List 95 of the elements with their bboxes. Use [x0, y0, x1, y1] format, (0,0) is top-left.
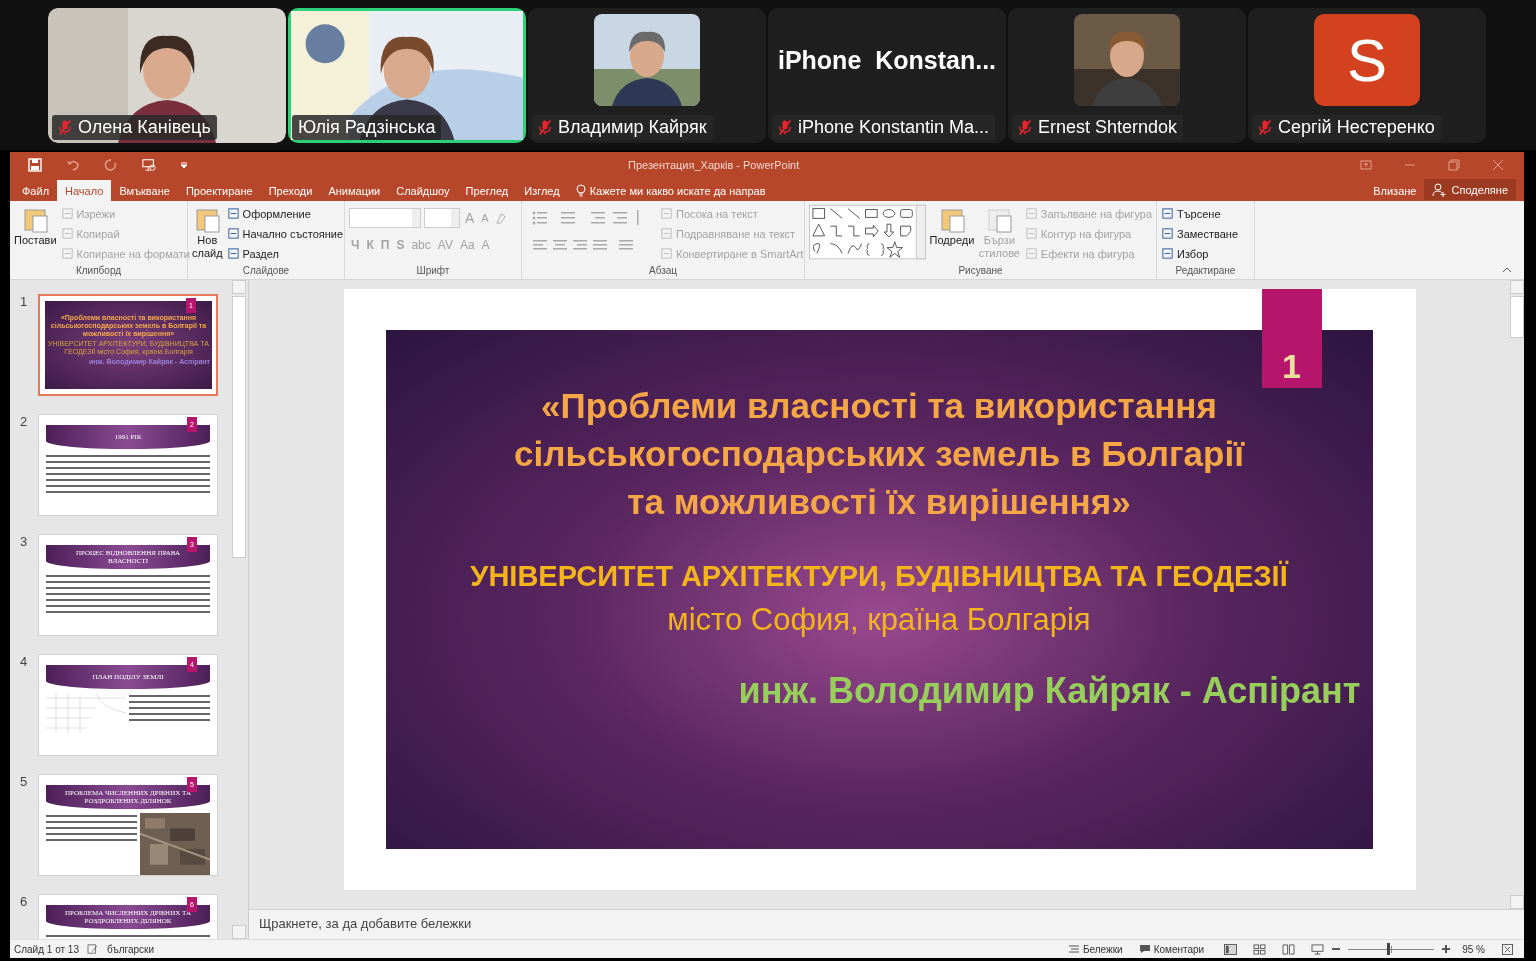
notes-field[interactable]: Щракнете, за да добавите бележки [249, 909, 1524, 939]
slide-subtitle: УНІВЕРСИТЕТ АРХІТЕКТУРИ, БУДІВНИЦТВА ТА ГЕОДЕЗІЇ [470, 559, 1288, 594]
ribbon-tab[interactable]: Анимации [320, 180, 389, 201]
ribbon-tab[interactable]: Проектиране [177, 180, 261, 201]
redo-icon[interactable] [104, 158, 118, 172]
ribbon-tab[interactable]: Файл [14, 180, 58, 201]
slide-title: сільськогосподарських земель в Болгарії [513, 433, 1245, 475]
reading-view-icon[interactable] [1282, 943, 1296, 955]
ribbon-command[interactable]: Оформление [226, 204, 344, 223]
ribbon-command[interactable]: Заместване [1161, 224, 1238, 243]
ribbon-large-button[interactable]: Постави [14, 204, 57, 265]
participant-name: Юлія Радзінська [292, 114, 442, 140]
command-icon [60, 227, 74, 240]
ribbon-command[interactable]: Раздел [226, 244, 344, 263]
command-icon [226, 227, 240, 240]
font-name-field[interactable] [349, 208, 421, 228]
group-label: Абзац [647, 265, 679, 278]
ribbon-tab[interactable]: Вмъкване [111, 180, 178, 201]
slide-number: 1 [20, 294, 29, 311]
participant-name: Олена Канівець [52, 114, 217, 140]
participant-name: Ernest Shterndok [1012, 114, 1184, 140]
command-icon [60, 207, 74, 220]
command-icon [660, 227, 673, 240]
participant-name: Владимир Кайряк [532, 114, 713, 140]
share-button[interactable]: Споделяне [1424, 179, 1516, 200]
slideshow-icon[interactable] [1311, 943, 1325, 955]
ribbon-tab[interactable]: Начало [57, 180, 112, 201]
fit-slide-icon[interactable] [1501, 943, 1514, 955]
slide-title: «Проблеми власності та використання [541, 385, 1217, 427]
slide-thumbnail[interactable] [38, 294, 218, 396]
command-icon [1161, 227, 1174, 240]
window-title: Презентация_Харків - PowerPoint [628, 159, 801, 171]
notes-toggle[interactable]: Бележки [1063, 943, 1127, 955]
comment-icon [1138, 944, 1151, 954]
notes-icon [1067, 944, 1080, 954]
slide-counter: Слайд 1 от 13 [14, 943, 79, 955]
group-label: Клипборд [74, 265, 123, 278]
group-label: Редактиране [1174, 265, 1237, 278]
zoom-slider-thumb[interactable] [1386, 943, 1390, 955]
sign-in-link[interactable]: Влизане [1365, 180, 1425, 201]
scrollbar[interactable] [1510, 280, 1524, 909]
ribbon-command[interactable]: Търсене [1161, 204, 1238, 223]
undo-icon[interactable] [66, 158, 80, 172]
tell-me-field[interactable]: Кажете ми какво искате да направ [567, 180, 766, 201]
slide-title: та можливості їх вирішення» [627, 481, 1131, 523]
group-label: Рисуване [957, 265, 1004, 278]
command-icon [1024, 227, 1038, 240]
participant-name: iPhone Konstantin Ma... [772, 114, 996, 140]
participant-name: Сергій Нестеренко [1252, 114, 1441, 140]
slide-author: инж. Володимир Кайряк - Аспірант [738, 670, 1361, 712]
font-size-field[interactable] [424, 208, 460, 228]
group-label: Шрифт [415, 265, 451, 278]
slide-number: 5 [20, 774, 29, 791]
save-icon[interactable] [28, 158, 42, 172]
collapse-ribbon-icon[interactable] [1502, 267, 1512, 273]
slide-subtitle: місто София, країна Болгарія [667, 601, 1091, 639]
slide-number: 4 [20, 654, 29, 671]
command-icon [226, 207, 240, 220]
spelling-icon[interactable] [87, 944, 99, 954]
ribbon-display-icon[interactable] [1360, 159, 1372, 171]
command-icon [660, 247, 673, 260]
command-icon [1161, 247, 1174, 260]
ribbon-large-button[interactable]: Нов слайд [192, 204, 223, 265]
command-icon [1161, 207, 1174, 220]
zoom-in-icon[interactable] [1442, 945, 1451, 953]
group-label: Слайдове [241, 265, 291, 278]
participant-avatar: S [1314, 14, 1420, 106]
ribbon-command[interactable]: Избор [1161, 244, 1238, 263]
slideshow-icon[interactable] [142, 158, 156, 172]
command-icon [1024, 247, 1038, 260]
ribbon-tab[interactable]: Преглед [457, 180, 517, 201]
lightbulb-icon [575, 183, 586, 198]
zoom-level[interactable]: 95 % [1462, 943, 1485, 955]
comments-toggle[interactable]: Коментари [1134, 943, 1209, 955]
ribbon-tab[interactable]: Преходи [260, 180, 321, 201]
ribbon-large-button[interactable]: Подреди [929, 204, 974, 265]
shapes-gallery[interactable] [809, 204, 926, 260]
command-icon [226, 247, 240, 260]
ribbon-tab[interactable]: Слайдшоу [388, 180, 458, 201]
ribbon-tab[interactable]: Изглед [516, 180, 568, 201]
language-label[interactable]: български [107, 943, 154, 955]
command-icon [660, 207, 673, 220]
normal-view-icon[interactable] [1224, 943, 1238, 955]
slide-number: 3 [20, 534, 29, 551]
slide-number: 6 [20, 894, 29, 911]
command-icon [1024, 207, 1038, 220]
ribbon-command[interactable]: Начално състояние [226, 224, 344, 243]
participant-display-name: iPhone Konstan... [777, 45, 997, 75]
person-add-icon [1432, 182, 1447, 197]
slide-number: 2 [20, 414, 29, 431]
scrollbar[interactable] [232, 280, 246, 939]
command-icon [60, 247, 74, 260]
customize-caret-icon[interactable] [180, 161, 188, 169]
close-icon[interactable] [1492, 159, 1504, 171]
slide-sorter-icon[interactable] [1253, 943, 1267, 955]
